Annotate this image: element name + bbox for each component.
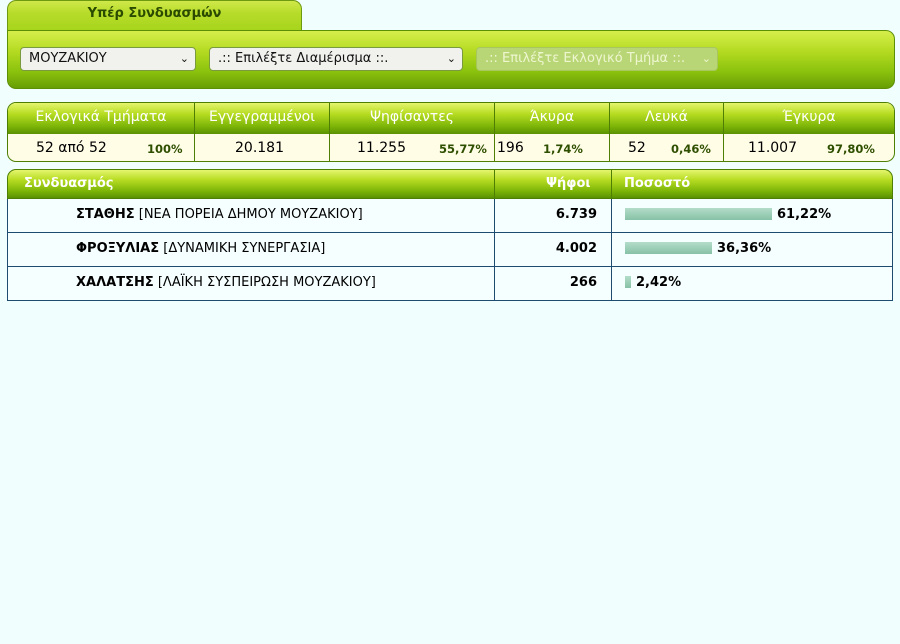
party-name: ΦΡΟΞΥΛΙΑΣ [ΔΥΝΑΜΙΚΗ ΣΥΝΕΡΓΑΣΙΑ] <box>76 241 325 256</box>
percent-bar <box>625 242 712 254</box>
stats-registered-label: Εγγεγραμμένοι <box>209 109 315 125</box>
table-row: ΦΡΟΞΥΛΙΑΣ [ΔΥΝΑΜΙΚΗ ΣΥΝΕΡΓΑΣΙΑ] 4.002 36… <box>7 233 893 267</box>
stats-sections-label: Εκλογικά Τμήματα <box>35 109 167 125</box>
stats-sections: Εκλογικά Τμήματα 52 από 52 100% <box>8 103 195 161</box>
stats-blank-pct: 0,46% <box>671 142 711 156</box>
stats-voted-value: 11.255 <box>357 140 406 156</box>
party-name: ΣΤΑΘΗΣ [ΝΕΑ ΠΟΡΕΙΑ ΔΗΜΟΥ ΜΟΥΖΑΚΙΟΥ] <box>76 207 363 222</box>
party-leader: ΧΑΛΑΤΣΗΣ <box>76 275 154 290</box>
row-divider <box>611 233 612 266</box>
stats-blank-value: 52 <box>628 140 646 156</box>
results-header: Συνδυασμός Ψήφοι Ποσοστό <box>7 169 893 199</box>
district-select-value: .:: Επιλέξτε Διαμέρισμα ::. <box>218 51 389 66</box>
stats-invalid-value: 196 <box>497 140 524 156</box>
municipality-select-value: ΜΟΥΖΑΚΙΟΥ <box>29 51 107 66</box>
table-row: ΣΤΑΘΗΣ [ΝΕΑ ΠΟΡΕΙΑ ΔΗΜΟΥ ΜΟΥΖΑΚΙΟΥ] 6.73… <box>7 199 893 233</box>
header-percent: Ποσοστό <box>624 176 691 191</box>
party-percent: 36,36% <box>717 241 772 256</box>
row-divider <box>611 267 612 300</box>
party-votes: 4.002 <box>555 241 597 256</box>
stats-invalid-label: Άκυρα <box>529 109 575 125</box>
stats-summary: Εκλογικά Τμήματα 52 από 52 100% Εγγεγραμ… <box>7 102 895 162</box>
stats-blank: Λευκά 52 0,46% <box>610 103 724 161</box>
chevron-down-icon: ⌄ <box>701 52 711 65</box>
party-percent: 61,22% <box>777 207 832 222</box>
stats-valid-pct: 97,80% <box>827 142 875 156</box>
row-divider <box>494 267 495 300</box>
row-divider <box>611 199 612 232</box>
district-select[interactable]: .:: Επιλέξτε Διαμέρισμα ::. ⌄ <box>209 47 463 71</box>
stats-valid-label: Έγκυρα <box>782 109 836 125</box>
stats-valid: Έγκυρα 11.007 97,80% <box>724 103 894 161</box>
station-select: .:: Επιλέξτε Εκλογικό Τμήμα ::. ⌄ <box>476 47 718 71</box>
header-votes: Ψήφοι <box>546 176 591 191</box>
results-table: Συνδυασμός Ψήφοι Ποσοστό ΣΤΑΘΗΣ [ΝΕΑ ΠΟΡ… <box>7 169 893 301</box>
chevron-down-icon: ⌄ <box>446 52 456 65</box>
party-name: ΧΑΛΑΤΣΗΣ [ΛΑΪΚΗ ΣΥΣΠΕΙΡΩΣΗ ΜΟΥΖΑΚΙΟΥ] <box>76 275 376 290</box>
stats-valid-value: 11.007 <box>748 140 797 156</box>
stats-blank-label: Λευκά <box>645 109 688 125</box>
stats-sections-pct: 100% <box>147 142 183 156</box>
party-leader: ΦΡΟΞΥΛΙΑΣ <box>76 241 160 256</box>
table-row: ΧΑΛΑΤΣΗΣ [ΛΑΪΚΗ ΣΥΣΠΕΙΡΩΣΗ ΜΟΥΖΑΚΙΟΥ] 26… <box>7 267 893 301</box>
party-votes: 6.739 <box>555 207 597 222</box>
party-label: [ΛΑΪΚΗ ΣΥΣΠΕΙΡΩΣΗ ΜΟΥΖΑΚΙΟΥ] <box>153 275 376 290</box>
party-leader: ΣΤΑΘΗΣ <box>76 207 135 222</box>
stats-registered-value: 20.181 <box>235 140 284 156</box>
header-party: Συνδυασμός <box>24 176 114 191</box>
party-percent: 2,42% <box>636 275 682 290</box>
row-divider <box>494 199 495 232</box>
stats-voted: Ψηφίσαντες 11.255 55,77% <box>330 103 495 161</box>
party-label: [ΔΥΝΑΜΙΚΗ ΣΥΝΕΡΓΑΣΙΑ] <box>159 241 326 256</box>
party-votes: 266 <box>569 275 597 290</box>
stats-sections-value: 52 από 52 <box>36 140 107 156</box>
party-label: [ΝΕΑ ΠΟΡΕΙΑ ΔΗΜΟΥ ΜΟΥΖΑΚΙΟΥ] <box>134 207 363 222</box>
municipality-select[interactable]: ΜΟΥΖΑΚΙΟΥ ⌄ <box>20 47 196 71</box>
stats-voted-pct: 55,77% <box>439 142 487 156</box>
percent-bar <box>625 208 772 220</box>
tab-label: Υπέρ Συνδυασμών <box>87 6 222 21</box>
stats-registered: Εγγεγραμμένοι 20.181 <box>195 103 330 161</box>
stats-invalid-pct: 1,74% <box>543 142 583 156</box>
percent-bar <box>625 276 631 288</box>
row-divider <box>494 233 495 266</box>
stats-voted-label: Ψηφίσαντες <box>370 109 454 125</box>
filter-bar: ΜΟΥΖΑΚΙΟΥ ⌄ .:: Επιλέξτε Διαμέρισμα ::. … <box>7 30 895 89</box>
header-divider <box>611 170 612 198</box>
stats-invalid: Άκυρα 196 1,74% <box>495 103 610 161</box>
station-select-value: .:: Επιλέξτε Εκλογικό Τμήμα ::. <box>485 51 686 66</box>
tab-party-results[interactable]: Υπέρ Συνδυασμών <box>7 0 302 31</box>
header-divider <box>494 170 495 198</box>
chevron-down-icon: ⌄ <box>179 52 189 65</box>
